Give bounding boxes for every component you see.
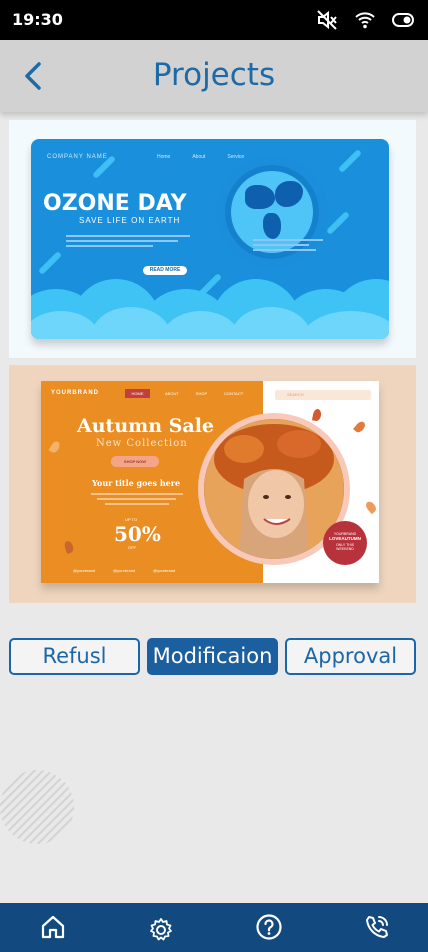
project-thumbnail-autumn: YOURBRAND HOME ABOUT SHOP CONTACT SEARCH… xyxy=(41,381,379,583)
social-handle: @yourbrand xyxy=(113,568,136,573)
ozone-nav-home: Home xyxy=(157,154,171,160)
autumn-social: @yourbrand @yourbrand @yourbrand xyxy=(73,568,175,573)
ozone-nav-service: Service xyxy=(227,154,245,160)
app-header: Projects xyxy=(0,40,428,112)
autumn-shop-button: SHOP NOW xyxy=(111,456,159,467)
ozone-nav-about: About xyxy=(192,154,206,160)
autumn-nav-about: ABOUT xyxy=(165,391,179,396)
project-card-autumn[interactable]: YOURBRAND HOME ABOUT SHOP CONTACT SEARCH… xyxy=(9,365,416,603)
ozone-placeholder-text-right xyxy=(253,239,323,257)
social-handle: @yourbrand xyxy=(153,568,176,573)
ozone-title: OZONE DAY xyxy=(43,191,187,216)
toggle-icon xyxy=(392,9,414,31)
project-thumbnail-ozone: COMPANY NAME Home About Service OZONE DA… xyxy=(31,139,389,339)
autumn-search: SEARCH xyxy=(275,390,371,400)
autumn-badge: YOURBRAND LOVEAUTUMN ONLY THIS WEEKEND xyxy=(323,521,367,565)
ozone-subtitle: SAVE LIFE ON EARTH xyxy=(79,216,181,225)
mute-icon xyxy=(316,9,338,31)
settings-icon[interactable] xyxy=(148,917,176,945)
autumn-nav-contact: CONTACT xyxy=(224,391,244,396)
page-title: Projects xyxy=(152,57,276,93)
refuse-button[interactable]: Refusl xyxy=(9,638,140,675)
autumn-tagline: Your title goes here xyxy=(92,478,181,488)
social-handle: @yourbrand xyxy=(73,568,96,573)
project-card-ozone[interactable]: COMPANY NAME Home About Service OZONE DA… xyxy=(9,120,416,358)
autumn-title: Autumn Sale xyxy=(77,415,215,437)
status-bar: 19:30 xyxy=(0,0,428,40)
autumn-off: OFF xyxy=(128,545,136,550)
bottom-nav xyxy=(0,903,428,952)
help-icon[interactable] xyxy=(255,913,283,941)
home-icon[interactable] xyxy=(39,913,67,941)
autumn-nav: ABOUT SHOP CONTACT xyxy=(165,391,243,396)
ozone-read-more-button: READ MORE xyxy=(143,266,187,275)
approval-button[interactable]: Approval xyxy=(285,638,416,675)
decorative-pattern xyxy=(0,770,74,844)
ozone-nav: Home About Service xyxy=(157,154,244,160)
status-time: 19:30 xyxy=(12,10,63,29)
badge-line: WEEKEND xyxy=(336,547,354,551)
autumn-nav-shop: SHOP xyxy=(195,391,208,396)
autumn-subtitle: New Collection xyxy=(96,438,188,449)
phone-icon[interactable] xyxy=(363,913,391,941)
autumn-placeholder-text xyxy=(91,493,183,508)
modification-button[interactable]: Modificaion xyxy=(147,638,278,675)
autumn-discount: 50% xyxy=(114,522,161,546)
ozone-placeholder-text xyxy=(66,235,190,253)
autumn-brand: YOURBRAND xyxy=(51,390,99,396)
ozone-company: COMPANY NAME xyxy=(47,154,108,160)
wifi-icon xyxy=(354,9,376,31)
badge-line: LOVEAUTUMN xyxy=(329,536,361,541)
autumn-nav-home: HOME xyxy=(125,389,150,398)
